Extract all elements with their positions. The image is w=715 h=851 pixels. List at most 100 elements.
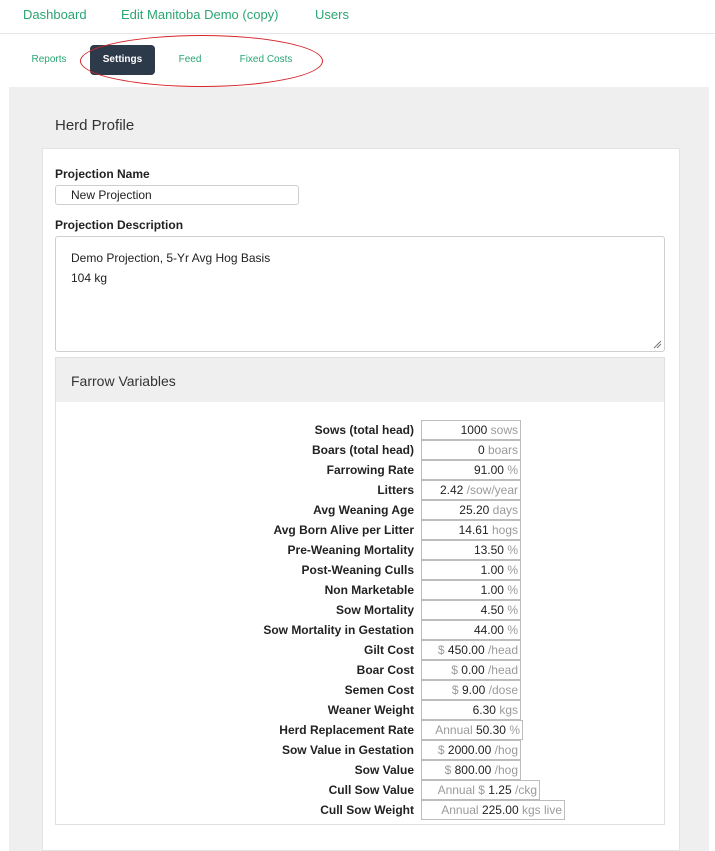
- farrow-row-unit: %: [503, 463, 518, 477]
- description-line: Demo Projection, 5-Yr Avg Hog Basis: [71, 251, 271, 265]
- farrow-row-value: 9.00: [461, 683, 486, 697]
- farrow-row-value: 800.00: [454, 763, 492, 777]
- farrow-row-prefix: Annual $: [437, 783, 489, 797]
- nav-edit-link[interactable]: Edit Manitoba Demo (copy): [121, 7, 279, 22]
- farrow-row-input[interactable]: Annual 50.30 %: [421, 720, 523, 740]
- nav-dashboard-link[interactable]: Dashboard: [23, 7, 87, 22]
- farrow-row-value: 450.00: [447, 643, 485, 657]
- farrow-row-unit: /head: [484, 663, 518, 677]
- resize-grip-icon[interactable]: [653, 340, 662, 349]
- farrow-row-label: Litters: [377, 483, 414, 497]
- farrow-row-label: Herd Replacement Rate: [279, 723, 414, 737]
- farrow-row-unit: /ckg: [511, 783, 537, 797]
- farrow-row-value: 1.00: [480, 583, 504, 597]
- farrow-row-label: Semen Cost: [344, 683, 414, 697]
- farrow-row-input[interactable]: $ 9.00 /dose: [421, 680, 521, 700]
- projection-description-label: Projection Description: [55, 218, 184, 232]
- farrow-row-label: Sow Mortality: [335, 603, 414, 617]
- farrow-row-value: 0.00: [461, 663, 485, 677]
- farrow-row-input[interactable]: Annual $ 1.25 /ckg: [421, 780, 540, 800]
- description-line: 104 kg: [71, 271, 108, 285]
- farrow-row-label: Weaner Weight: [327, 703, 414, 717]
- farrow-row-input[interactable]: 25.20 days: [421, 500, 521, 520]
- farrow-row-prefix: $: [437, 643, 448, 657]
- farrow-row-input[interactable]: 2.42 /sow/year: [421, 480, 521, 500]
- farrow-row-value: 14.61: [458, 523, 489, 537]
- farrow-row-label: Avg Born Alive per Litter: [273, 523, 414, 537]
- farrow-row-unit: %: [503, 603, 518, 617]
- farrow-row-label: Pre-Weaning Mortality: [287, 543, 414, 557]
- projection-name-label: Projection Name: [55, 167, 150, 181]
- farrow-row-input[interactable]: 4.50 %: [421, 600, 521, 620]
- farrow-row-unit: kgs live: [518, 803, 562, 817]
- farrow-row-prefix: $: [451, 683, 462, 697]
- farrow-row-value: 1.00: [480, 563, 504, 577]
- farrow-row-unit: /dose: [485, 683, 518, 697]
- farrow-row-input[interactable]: $ 450.00 /head: [421, 640, 521, 660]
- farrow-row-unit: hogs: [488, 523, 518, 537]
- farrow-row-input[interactable]: $ 2000.00 /hog: [421, 740, 521, 760]
- panel-title: Herd Profile: [55, 117, 135, 134]
- farrow-row-label: Boar Cost: [356, 663, 414, 677]
- farrow-row-prefix: Annual: [435, 723, 476, 737]
- top-nav: Dashboard Edit Manitoba Demo (copy) User…: [0, 0, 715, 34]
- farrow-row-input[interactable]: 1000 sows: [421, 420, 521, 440]
- farrow-row-label: Boars (total head): [311, 443, 414, 457]
- farrow-row-value: 2.42: [439, 483, 464, 497]
- farrow-row-input[interactable]: 6.30 kgs: [421, 700, 521, 720]
- farrow-row-unit: days: [489, 503, 518, 517]
- farrow-row-label: Sow Value in Gestation: [281, 743, 414, 757]
- farrow-row-value: 1.25: [488, 783, 512, 797]
- farrow-row-input[interactable]: 44.00 %: [421, 620, 521, 640]
- tab-fixed-costs[interactable]: Fixed Costs: [232, 45, 300, 75]
- farrow-row-label: Gilt Cost: [364, 643, 414, 657]
- farrow-row-value: 44.00: [473, 623, 504, 637]
- farrow-row-input[interactable]: $ 800.00 /hog: [421, 760, 521, 780]
- farrow-row-input[interactable]: 0 boars: [421, 440, 521, 460]
- farrow-row-unit: /hog: [491, 743, 518, 757]
- farrow-row-value: 25.20: [459, 503, 490, 517]
- farrow-row-unit: %: [505, 723, 520, 737]
- farrow-row-label: Farrowing Rate: [326, 463, 414, 477]
- farrow-row-value: 2000.00: [447, 743, 492, 757]
- farrow-row-prefix: $: [437, 743, 448, 757]
- farrow-row-input[interactable]: 1.00 %: [421, 580, 521, 600]
- farrow-row-value: 50.30: [475, 723, 506, 737]
- farrow-row-input[interactable]: 1.00 %: [421, 560, 521, 580]
- farrow-row-value: 1000: [460, 423, 488, 437]
- tab-feed[interactable]: Feed: [170, 45, 210, 75]
- farrow-row-prefix: $: [451, 663, 462, 677]
- farrow-row-value: 6.30: [472, 703, 496, 717]
- farrow-row-unit: %: [503, 563, 518, 577]
- farrow-row-label: Avg Weaning Age: [313, 503, 414, 517]
- farrow-row-label: Sow Value: [354, 763, 414, 777]
- farrow-row-unit: /head: [484, 643, 518, 657]
- projection-description-textarea[interactable]: Demo Projection, 5-Yr Avg Hog Basis 104 …: [55, 236, 665, 352]
- farrow-row-label: Cull Sow Weight: [320, 803, 414, 817]
- nav-users-link[interactable]: Users: [315, 7, 349, 22]
- farrow-row-unit: %: [503, 623, 518, 637]
- farrow-row-value: 91.00: [473, 463, 504, 477]
- farrow-variables-title: Farrow Variables: [71, 373, 176, 389]
- farrow-row-unit: kgs: [495, 703, 518, 717]
- tab-settings[interactable]: Settings: [90, 45, 155, 75]
- farrow-row-input[interactable]: $ 0.00 /head: [421, 660, 521, 680]
- farrow-row-input[interactable]: 91.00 %: [421, 460, 521, 480]
- farrow-row-label: Post-Weaning Culls: [301, 563, 414, 577]
- farrow-row-input[interactable]: 13.50 %: [421, 540, 521, 560]
- farrow-row-value: 4.50: [480, 603, 504, 617]
- farrow-row-unit: %: [503, 543, 518, 557]
- farrow-variables-header: Farrow Variables: [56, 358, 664, 402]
- projection-name-input[interactable]: New Projection: [55, 185, 299, 205]
- farrow-row-prefix: $: [444, 763, 455, 777]
- farrow-row-prefix: Annual: [441, 803, 482, 817]
- farrow-row-unit: /hog: [491, 763, 518, 777]
- sub-tabs: Reports Settings Feed Fixed Costs: [0, 40, 715, 80]
- farrow-row-unit: sows: [487, 423, 518, 437]
- farrow-row-unit: boars: [484, 443, 518, 457]
- tab-reports[interactable]: Reports: [22, 45, 76, 75]
- farrow-row-value: 0: [477, 443, 485, 457]
- farrow-row-label: Non Marketable: [324, 583, 414, 597]
- farrow-row-input[interactable]: 14.61 hogs: [421, 520, 521, 540]
- farrow-row-input[interactable]: Annual 225.00 kgs live: [421, 800, 565, 820]
